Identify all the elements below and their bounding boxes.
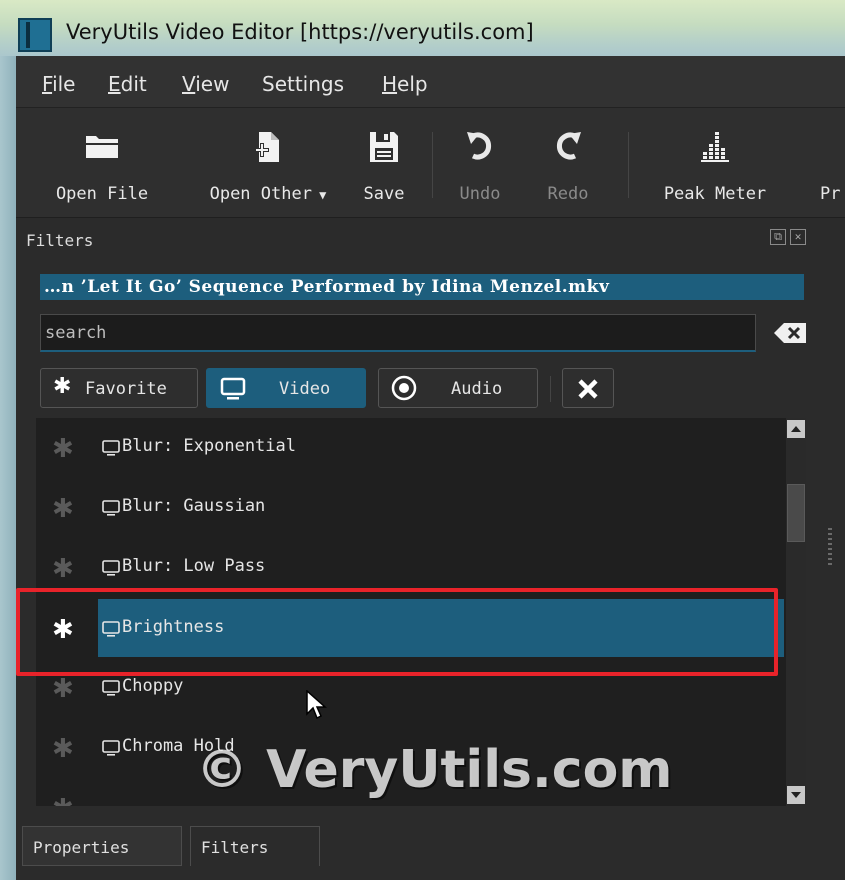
audio-filter-button[interactable]: Audio xyxy=(378,368,538,408)
redo-button[interactable]: Redo xyxy=(536,108,600,218)
favorite-star-icon[interactable]: ✱ xyxy=(52,554,74,584)
remove-filter-button[interactable] xyxy=(562,368,614,408)
monitor-icon xyxy=(102,560,120,576)
redo-icon xyxy=(556,132,581,160)
redo-label: Redo xyxy=(547,184,589,204)
properties-toolbar-button[interactable]: Pr xyxy=(806,108,845,218)
list-item[interactable]: ✱ Blur: Low Pass xyxy=(36,538,786,598)
scroll-up-icon[interactable] xyxy=(787,420,805,438)
truncated-toolbar-label: Pr xyxy=(820,184,841,204)
filter-name: Blur: Gaussian xyxy=(122,496,266,516)
close-dock-icon[interactable]: ✕ xyxy=(790,229,806,245)
peak-meter-icon xyxy=(701,132,729,162)
menu-file[interactable]: File xyxy=(42,72,75,96)
menu-view[interactable]: View xyxy=(182,72,229,96)
scrollbar-thumb[interactable] xyxy=(787,484,805,542)
scroll-down-icon[interactable] xyxy=(787,786,805,804)
dock-resize-grip[interactable] xyxy=(828,528,832,568)
filter-name: Blur: Low Pass xyxy=(122,556,266,576)
undo-icon xyxy=(467,132,492,160)
tab-filters[interactable]: Filters xyxy=(190,826,320,866)
filter-search-input[interactable] xyxy=(40,314,756,352)
open-file-label: Open File xyxy=(55,184,149,204)
speaker-audio-icon xyxy=(391,375,417,401)
filters-dock-title: Filters xyxy=(26,231,94,250)
filter-list-scrollbar[interactable] xyxy=(786,418,806,806)
monitor-icon xyxy=(220,377,246,400)
dropdown-arrow-icon: ▼ xyxy=(311,188,327,202)
peak-meter-label: Peak Meter xyxy=(663,184,767,204)
floppy-save-icon xyxy=(370,132,398,162)
tab-properties[interactable]: Properties xyxy=(22,826,182,866)
toolbar-separator xyxy=(432,132,433,198)
save-button[interactable]: Save xyxy=(352,108,416,218)
save-label: Save xyxy=(363,184,405,204)
favorite-star-icon[interactable]: ✱ xyxy=(52,734,74,764)
peak-meter-button[interactable]: Peak Meter xyxy=(646,108,784,218)
monitor-icon xyxy=(102,500,120,516)
app-icon xyxy=(18,18,52,52)
filter-name: Brightness xyxy=(122,617,225,637)
clear-search-icon[interactable] xyxy=(770,320,810,346)
mouse-cursor-icon xyxy=(306,690,327,720)
folder-icon xyxy=(86,136,118,158)
main-toolbar: Open File Open Other ▼ Save Undo Redo Pe… xyxy=(16,108,845,218)
window-titlebar[interactable]: VeryUtils Video Editor [https://veryutil… xyxy=(0,0,845,62)
float-dock-icon[interactable]: ⧉ xyxy=(770,229,786,245)
current-clip-name: …n ’Let It Go’ Sequence Performed by Idi… xyxy=(40,274,804,300)
list-item[interactable]: ✱ Choppy xyxy=(36,658,786,718)
menu-help[interactable]: Help xyxy=(382,72,428,96)
menu-edit[interactable]: Edit xyxy=(108,72,147,96)
toolbar-separator xyxy=(628,132,629,198)
undo-label: Undo xyxy=(459,184,501,204)
undo-button[interactable]: Undo xyxy=(448,108,512,218)
favorite-star-icon[interactable]: ✱ xyxy=(52,794,74,806)
list-item[interactable]: ✱ Blur: Exponential xyxy=(36,418,786,478)
video-filter-button[interactable]: Video xyxy=(206,368,366,408)
category-separator xyxy=(550,376,551,402)
list-item-selected[interactable]: ✱ Brightness xyxy=(36,599,786,659)
open-other-button[interactable]: Open Other ▼ xyxy=(188,108,348,218)
menu-bar: File Edit View Settings Help xyxy=(16,56,845,108)
favorite-star-icon[interactable]: ✱ xyxy=(52,434,74,464)
window-frame-edge xyxy=(0,56,16,880)
favorite-star-icon[interactable]: ✱ xyxy=(52,615,74,645)
asterisk-star-icon: ✱ xyxy=(53,374,72,399)
favorite-filter-button[interactable]: ✱ Favorite xyxy=(40,368,198,408)
close-x-icon xyxy=(578,379,598,399)
favorite-star-icon[interactable]: ✱ xyxy=(52,494,74,524)
monitor-icon xyxy=(102,740,120,756)
filters-dock-titlebar: Filters ⧉ ✕ xyxy=(16,218,845,258)
menu-settings[interactable]: Settings xyxy=(262,72,344,96)
filter-name: Choppy xyxy=(122,676,184,696)
new-document-icon xyxy=(255,132,279,162)
open-file-button[interactable]: Open File xyxy=(40,108,164,218)
bottom-tab-bar: Properties Filters xyxy=(16,808,845,880)
open-other-label: Open Other ▼ xyxy=(209,184,327,204)
filter-name: Blur: Exponential xyxy=(122,436,296,456)
list-item[interactable]: ✱ Blur: Gaussian xyxy=(36,478,786,538)
monitor-icon xyxy=(102,621,120,637)
monitor-icon xyxy=(102,680,120,696)
favorite-star-icon[interactable]: ✱ xyxy=(52,674,74,704)
watermark-logo: © VeryUtils.com xyxy=(196,740,673,800)
monitor-icon xyxy=(102,440,120,456)
window-title: VeryUtils Video Editor [https://veryutil… xyxy=(66,20,534,44)
